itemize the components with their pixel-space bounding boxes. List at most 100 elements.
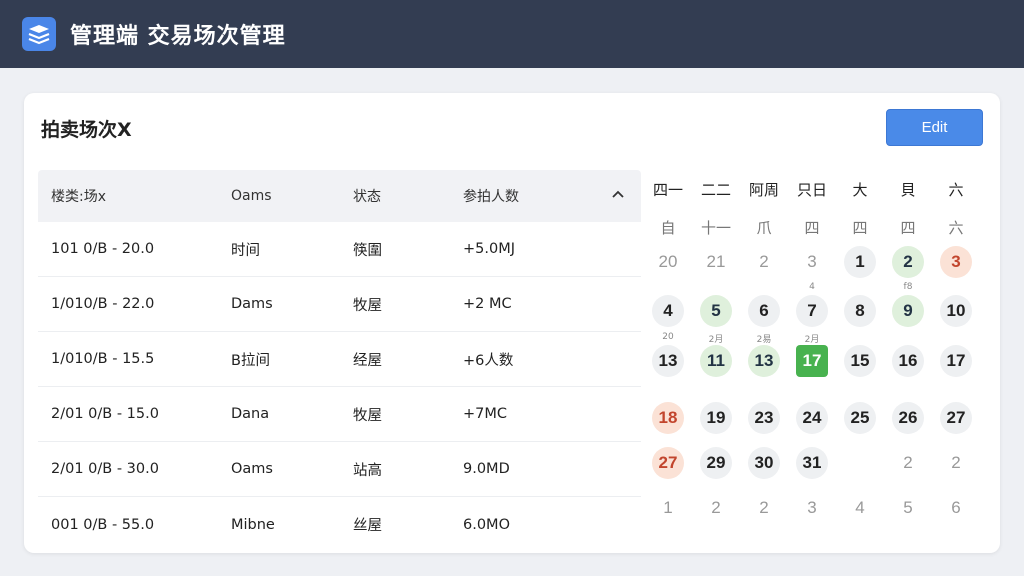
- row-cell: 6.0MO: [463, 516, 510, 533]
- weekday-sublabel: 六: [948, 218, 964, 237]
- calendar-day[interactable]: 21: [700, 246, 732, 278]
- calendar-day[interactable]: 11: [700, 345, 732, 377]
- row-cell: Mibne: [231, 516, 275, 533]
- table-row[interactable]: 1/010/B - 15.5 B拉间 经屋 +6人数: [38, 332, 641, 387]
- row-cell: +7MC: [463, 406, 508, 422]
- calendar-day[interactable]: 18: [652, 402, 684, 434]
- calendar-day[interactable]: 13: [748, 345, 780, 377]
- chevron-up-icon[interactable]: [611, 188, 625, 202]
- calendar-day[interactable]: 27: [652, 447, 684, 479]
- calendar-day[interactable]: 6: [748, 295, 780, 327]
- table-row[interactable]: 2/01 0/B - 15.0 Dana 牧屋 +7MC: [38, 387, 641, 442]
- row-cell: Dams: [231, 296, 273, 312]
- calendar-day[interactable]: 24: [796, 402, 828, 434]
- calendar-day[interactable]: 2: [892, 447, 924, 479]
- table-header: 楼类:场x Oams 状态 参拍人数: [38, 170, 641, 222]
- calendar-day[interactable]: 2: [892, 246, 924, 278]
- weekday-sublabel: 四: [804, 218, 820, 237]
- calendar-day[interactable]: 2: [700, 492, 732, 524]
- calendar-day[interactable]: 3: [796, 492, 828, 524]
- calendar-day[interactable]: 9: [892, 295, 924, 327]
- row-cell: +2 MC: [463, 296, 512, 312]
- calendar-day[interactable]: 2: [748, 492, 780, 524]
- table-row[interactable]: 1/010/B - 22.0 Dams 牧屋 +2 MC: [38, 277, 641, 332]
- row-cell: Oams: [231, 461, 273, 477]
- calendar-day[interactable]: 4: [844, 492, 876, 524]
- calendar-day[interactable]: 27: [940, 402, 972, 434]
- calendar-day[interactable]: 3: [796, 246, 828, 278]
- edit-button[interactable]: Edit: [886, 109, 983, 146]
- row-cell: 牧屋: [353, 407, 382, 424]
- row-cell: 时间: [231, 242, 260, 259]
- calendar-day[interactable]: 7: [796, 295, 828, 327]
- calendar-day[interactable]: 5: [892, 492, 924, 524]
- calendar-day[interactable]: 19: [700, 402, 732, 434]
- day-note: 2月: [804, 335, 820, 345]
- table-row[interactable]: 001 0/B - 55.0 Mibne 丝屋 6.0MO: [38, 497, 641, 552]
- calendar-day[interactable]: 10: [940, 295, 972, 327]
- app-logo-icon: [22, 17, 56, 51]
- calendar-day[interactable]: 5: [700, 295, 732, 327]
- row-cell: 1/010/B - 22.0: [51, 296, 155, 312]
- table-row[interactable]: 2/01 0/B - 30.0 Oams 站高 9.0MD: [38, 442, 641, 497]
- row-cell: +6人数: [463, 352, 514, 369]
- main-card: 拍卖场次X Edit 楼类:场x Oams 状态 参拍人数 101 0/B - …: [24, 93, 1000, 553]
- weekday-label: 大: [852, 180, 868, 199]
- weekday-sublabel: 四: [900, 218, 916, 237]
- calendar-day[interactable]: 2: [940, 447, 972, 479]
- day-note: 4: [809, 282, 815, 292]
- row-cell: 9.0MD: [463, 461, 510, 477]
- top-bar: 管理端 交易场次管理: [0, 0, 1024, 68]
- weekday-sublabel: 四: [852, 218, 868, 237]
- calendar-day[interactable]: 4: [652, 295, 684, 327]
- calendar-day[interactable]: 6: [940, 492, 972, 524]
- app-title: 管理端 交易场次管理: [70, 24, 286, 49]
- row-cell: Dana: [231, 406, 270, 422]
- calendar-day[interactable]: 23: [748, 402, 780, 434]
- weekday-label: 六: [948, 180, 964, 199]
- day-note: 2易: [756, 335, 772, 345]
- calendar-day[interactable]: 17: [796, 345, 828, 377]
- calendar-day[interactable]: 2: [748, 246, 780, 278]
- weekday-label: 四一: [652, 180, 683, 199]
- row-cell: 101 0/B - 20.0: [51, 241, 155, 257]
- calendar-day[interactable]: 31: [796, 447, 828, 479]
- calendar-day[interactable]: 29: [700, 447, 732, 479]
- weekday-label: 阿周: [748, 180, 779, 199]
- header-cell[interactable]: 状态: [341, 186, 451, 206]
- table-row[interactable]: 101 0/B - 20.0 时间 筷圍 +5.0MJ: [38, 222, 641, 277]
- weekday-sublabel: 自: [660, 218, 676, 237]
- header-cell[interactable]: Oams: [218, 188, 341, 204]
- calendar-day[interactable]: 26: [892, 402, 924, 434]
- calendar-day[interactable]: 15: [844, 345, 876, 377]
- row-cell: 2/01 0/B - 15.0: [51, 406, 159, 422]
- day-note: 20: [662, 332, 674, 342]
- calendar-day[interactable]: 16: [892, 345, 924, 377]
- calendar-day[interactable]: 3: [940, 246, 972, 278]
- calendar-day[interactable]: 20: [652, 246, 684, 278]
- calendar-day[interactable]: 25: [844, 402, 876, 434]
- row-cell: 2/01 0/B - 30.0: [51, 461, 159, 477]
- header-cell[interactable]: 参拍人数: [451, 186, 601, 206]
- row-cell: 1/010/B - 15.5: [51, 351, 155, 367]
- header-cell[interactable]: 楼类:场x: [38, 186, 218, 206]
- row-cell: B拉间: [231, 352, 270, 369]
- card-title: 拍卖场次X: [41, 119, 132, 141]
- weekday-sublabel: 爪: [756, 218, 772, 237]
- calendar-day[interactable]: 30: [748, 447, 780, 479]
- calendar-day[interactable]: 1: [844, 246, 876, 278]
- row-cell: 001 0/B - 55.0: [51, 516, 155, 533]
- row-cell: 丝屋: [353, 518, 382, 534]
- weekday-label: 只日: [796, 180, 827, 199]
- row-cell: 经屋: [353, 352, 382, 369]
- calendar-day[interactable]: 8: [844, 295, 876, 327]
- day-note: 2月: [708, 335, 724, 345]
- weekday-sublabel: 十一: [700, 218, 731, 237]
- calendar-day[interactable]: 17: [940, 345, 972, 377]
- calendar-day[interactable]: 1: [652, 492, 684, 524]
- sessions-table: 楼类:场x Oams 状态 参拍人数 101 0/B - 20.0 时间 筷圍 …: [38, 170, 641, 552]
- row-cell: 筷圍: [353, 242, 382, 259]
- calendar-day[interactable]: 13: [652, 345, 684, 377]
- row-cell: +5.0MJ: [463, 241, 515, 257]
- row-cell: 站高: [353, 462, 382, 479]
